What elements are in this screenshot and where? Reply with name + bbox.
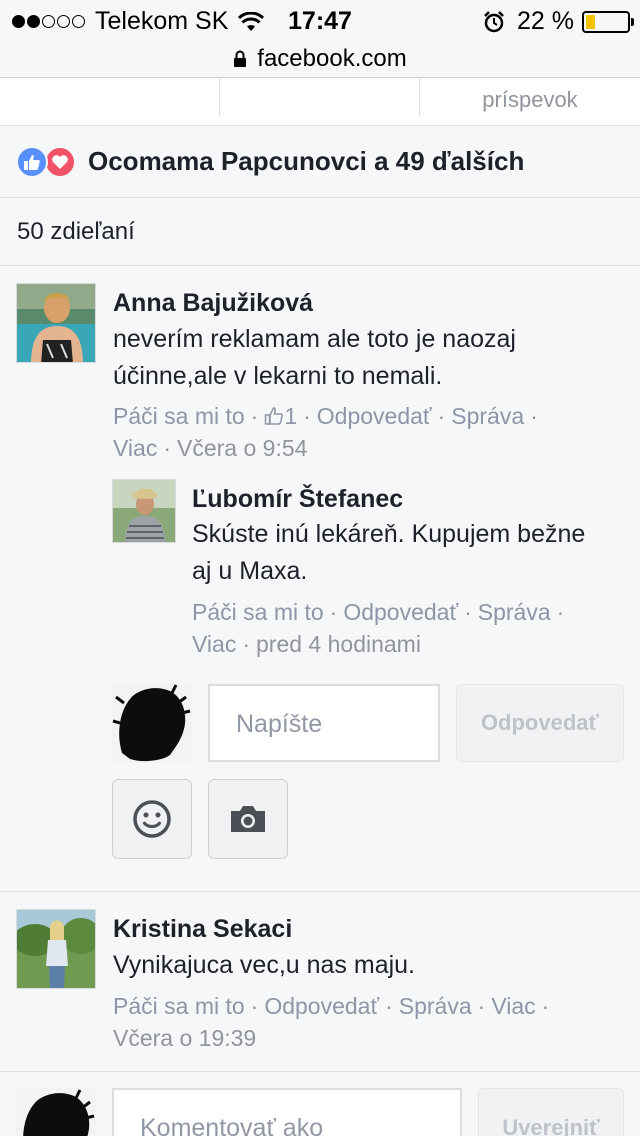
smiley-icon (133, 800, 171, 838)
reaction-icons (16, 145, 76, 178)
more-link[interactable]: Viac (491, 993, 535, 1019)
comment-actions: Páči sa mi to · 1 · Odpovedať · Správa · Viac · Vč… (113, 400, 623, 464)
separator: · (541, 993, 550, 1019)
current-user-avatar (112, 683, 192, 763)
comment-text: Vynikajuca vec,u nas maju. (113, 951, 416, 979)
thumbs-up-icon (265, 407, 284, 425)
separator: · (556, 599, 565, 625)
more-link[interactable]: Viac (113, 435, 157, 461)
comment-time[interactable]: Včera o 19:39 (113, 1025, 256, 1051)
lock-icon (234, 50, 247, 67)
url-bar[interactable]: facebook.com (0, 40, 640, 78)
reply-link[interactable]: Odpovedať (264, 993, 379, 1019)
separator: · (385, 993, 393, 1019)
message-link[interactable]: Správa (451, 403, 524, 429)
avatar[interactable] (16, 909, 96, 989)
separator: · (464, 599, 472, 625)
reactions-text: Ocomama Papcunovci a 49 ďalších (88, 146, 525, 176)
reply-actions: Páči sa mi to · Odpovedať · Správa · Viac · pred… (192, 596, 622, 660)
camera-button[interactable] (208, 779, 288, 859)
separator: · (477, 993, 486, 1019)
comment-input[interactable]: Komentovať ako (112, 1088, 462, 1136)
separator: · (530, 403, 538, 429)
comment-author[interactable]: Anna Bajužiková (113, 289, 313, 318)
comment-actions: Páči sa mi to · Odpovedať · Správa · Viac · Včer… (113, 990, 623, 1054)
reply-time[interactable]: pred 4 hodinami (256, 631, 421, 657)
reply-link[interactable]: Odpovedať (317, 403, 432, 429)
reply-submit-button[interactable]: Odpovedať (456, 684, 624, 762)
like-reaction-icon (16, 145, 48, 178)
alarm-icon (484, 10, 504, 32)
love-reaction-icon (44, 145, 76, 178)
current-user-avatar (16, 1088, 96, 1136)
comment-text: neverím reklamam ale toto je naozaj účin… (113, 325, 516, 390)
comment-divider (0, 1071, 640, 1072)
emoji-button[interactable] (112, 779, 192, 859)
separator: · (242, 631, 250, 657)
comment-time[interactable]: Včera o 9:54 (177, 435, 307, 461)
like-link[interactable]: Páči sa mi to (113, 993, 245, 1019)
reply-author[interactable]: Ľubomír Štefanec (192, 485, 403, 514)
battery-percent: 22 % (517, 7, 574, 35)
message-link[interactable]: Správa (478, 599, 551, 625)
post-action-bar: príspevok (0, 78, 640, 126)
battery-icon (582, 10, 634, 33)
camera-icon (231, 806, 265, 832)
comment-author[interactable]: Kristina Sekaci (113, 915, 292, 944)
separator: · (329, 599, 338, 625)
separator: · (303, 403, 311, 429)
like-count-value: 1 (284, 403, 298, 429)
like-link[interactable]: Páči sa mi to (192, 599, 324, 625)
avatar[interactable] (112, 479, 176, 543)
url-text: facebook.com (257, 44, 407, 72)
shares-count[interactable]: 50 zdieľaní (0, 198, 640, 266)
battery-fill (586, 14, 595, 29)
post-comment-button[interactable]: Uverejniť (478, 1088, 624, 1136)
like-count[interactable]: 1 (264, 403, 297, 429)
like-link[interactable]: Páči sa mi to (113, 403, 245, 429)
reply-link[interactable]: Odpovedať (343, 599, 458, 625)
status-bar: Telekom SK 17:47 22 % (0, 0, 640, 40)
reply-text: Skúste inú lekáreň. Kupujem bežne aj u M… (192, 520, 586, 585)
separator: · (250, 993, 259, 1019)
avatar[interactable] (16, 283, 96, 363)
message-link[interactable]: Správa (399, 993, 472, 1019)
share-action-label[interactable]: príspevok (420, 87, 640, 113)
separator: · (163, 435, 171, 461)
status-right: 22 % (483, 7, 634, 36)
separator: · (250, 403, 259, 429)
comment-divider (0, 891, 640, 892)
action-divider (219, 78, 220, 116)
more-link[interactable]: Viac (192, 631, 236, 657)
separator: · (437, 403, 446, 429)
reactions-summary[interactable]: Ocomama Papcunovci a 49 ďalších (0, 126, 640, 198)
reply-input[interactable]: Napíšte (208, 684, 440, 762)
